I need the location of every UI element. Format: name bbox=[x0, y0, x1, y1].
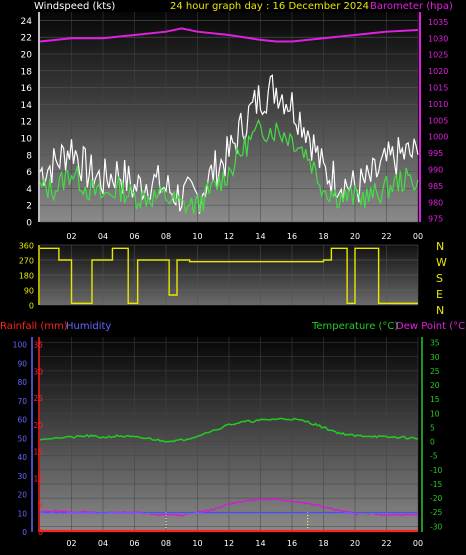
humidity-tick-label: 0 bbox=[22, 528, 27, 537]
baro-tick-label: 985 bbox=[428, 182, 443, 191]
wind-tick-label: 10 bbox=[21, 135, 33, 145]
wind-tick-label: 16 bbox=[21, 84, 33, 94]
temp-x-tick-label: 10 bbox=[192, 539, 202, 548]
direction-label-n-bottom: N bbox=[436, 304, 444, 317]
temp-tick-label: -20 bbox=[430, 494, 442, 503]
wind-tick-label: 2 bbox=[26, 202, 32, 212]
wind-x-tick-label: 16 bbox=[287, 232, 297, 241]
temp-tick-label: 30 bbox=[430, 353, 440, 362]
temp-x-tick-label: 22 bbox=[381, 539, 391, 548]
temp-tick-label: 15 bbox=[430, 395, 440, 404]
baro-tick-label: 1020 bbox=[428, 67, 448, 76]
baro-tick-label: 1025 bbox=[428, 51, 448, 60]
wind-x-tick-label: 04 bbox=[98, 232, 108, 241]
temp-x-tick-label: 18 bbox=[318, 539, 328, 548]
temp-x-tick-label: 20 bbox=[350, 539, 360, 548]
temp-tick-label: -30 bbox=[430, 522, 442, 531]
temp-x-tick-label: 12 bbox=[224, 539, 234, 548]
baro-tick-label: 1000 bbox=[428, 133, 448, 142]
baro-tick-label: 1010 bbox=[428, 100, 448, 109]
temp-tick-label: -15 bbox=[430, 480, 442, 489]
direction-label-n-top: N bbox=[436, 240, 444, 253]
temp-tick-label: 20 bbox=[430, 381, 440, 390]
wind-x-tick-label: 02 bbox=[66, 232, 76, 241]
baro-tick-label: 1005 bbox=[428, 116, 448, 125]
direction-label-e: E bbox=[436, 288, 443, 301]
wind-tick-label: 18 bbox=[21, 67, 33, 77]
humidity-tick-label: 10 bbox=[17, 509, 27, 518]
wind-x-tick-label: 00 bbox=[413, 232, 423, 241]
wind-tick-label: 8 bbox=[26, 151, 32, 161]
chart-title: 24 hour graph day : 16 December 2024 bbox=[170, 1, 369, 12]
temp-x-tick-label: 14 bbox=[255, 539, 265, 548]
wind-x-tick-label: 14 bbox=[255, 232, 265, 241]
wind-x-tick-label: 18 bbox=[318, 232, 328, 241]
wind-axis-title: Windspeed (kts) bbox=[34, 1, 115, 12]
temp-tick-label: -5 bbox=[430, 452, 438, 461]
wind-tick-label: 24 bbox=[21, 17, 33, 27]
temp-tick-label: 10 bbox=[430, 409, 440, 418]
wind-tick-label: 6 bbox=[26, 168, 32, 178]
temp-x-tick-label: 04 bbox=[98, 539, 108, 548]
baro-tick-label: 1035 bbox=[428, 18, 448, 27]
temp-tick-label: -25 bbox=[430, 508, 442, 517]
baro-axis-title: Barometer (hpa) bbox=[370, 1, 453, 12]
temp-axis-title: Temperature (°C) bbox=[311, 321, 398, 332]
direction-tick-label: 90 bbox=[24, 287, 34, 296]
weather-chart-svg: 0246810121416182022249759809859909951000… bbox=[0, 1, 466, 548]
baro-tick-label: 980 bbox=[428, 198, 443, 207]
humidity-tick-label: 40 bbox=[17, 453, 27, 462]
rain-axis-title: Rainfall (mm) bbox=[0, 321, 68, 332]
dew-axis-title: Dew Point (°C) bbox=[396, 321, 466, 332]
temp-x-tick-label: 02 bbox=[66, 539, 76, 548]
humidity-tick-label: 60 bbox=[17, 416, 27, 425]
direction-tick-label: 0 bbox=[29, 302, 34, 311]
wind-tick-label: 20 bbox=[21, 51, 33, 61]
humidity-tick-label: 90 bbox=[17, 359, 27, 368]
wind-x-tick-label: 20 bbox=[350, 232, 360, 241]
humidity-axis-title: Humidity bbox=[66, 321, 111, 332]
wind-tick-label: 14 bbox=[21, 101, 33, 111]
wind-x-tick-label: 22 bbox=[381, 232, 391, 241]
wind-x-tick-label: 12 bbox=[224, 232, 234, 241]
baro-tick-label: 1030 bbox=[428, 34, 448, 43]
baro-tick-label: 975 bbox=[428, 215, 443, 224]
humidity-tick-label: 70 bbox=[17, 397, 27, 406]
temp-x-tick-label: 08 bbox=[161, 539, 171, 548]
wind-tick-label: 12 bbox=[21, 118, 32, 128]
humidity-tick-label: 100 bbox=[13, 341, 28, 350]
temp-tick-label: 5 bbox=[430, 423, 435, 432]
wind-tick-label: 4 bbox=[26, 185, 32, 195]
humidity-tick-label: 20 bbox=[17, 491, 27, 500]
baro-tick-label: 995 bbox=[428, 149, 443, 158]
wind-tick-label: 0 bbox=[26, 219, 32, 229]
wind-tick-label: 22 bbox=[21, 34, 32, 44]
direction-tick-label: 360 bbox=[19, 242, 34, 251]
baro-tick-label: 1015 bbox=[428, 83, 448, 92]
humidity-tick-label: 30 bbox=[17, 472, 27, 481]
wind-x-tick-label: 10 bbox=[192, 232, 202, 241]
baro-tick-label: 990 bbox=[428, 166, 443, 175]
humidity-tick-label: 80 bbox=[17, 378, 27, 387]
temp-tick-label: 35 bbox=[430, 339, 440, 348]
temp-tick-label: 25 bbox=[430, 367, 440, 376]
weather-graph: 0 2 4 6 8 10 12 14 16 18 20 22 24 975 980 985 990 995 1000… bbox=[0, 0, 466, 555]
temp-x-tick-label: 06 bbox=[129, 539, 139, 548]
humidity-tick-label: 50 bbox=[17, 434, 27, 443]
temp-x-tick-label: 00 bbox=[413, 539, 423, 548]
wind-x-tick-label: 06 bbox=[129, 232, 139, 241]
temp-tick-label: -10 bbox=[430, 466, 442, 475]
direction-tick-label: 180 bbox=[19, 272, 34, 281]
direction-tick-label: 270 bbox=[19, 257, 34, 266]
direction-label-w: W bbox=[436, 256, 447, 269]
temp-x-tick-label: 16 bbox=[287, 539, 297, 548]
wind-x-tick-label: 08 bbox=[161, 232, 171, 241]
direction-label-s: S bbox=[436, 272, 443, 285]
temp-tick-label: 0 bbox=[430, 438, 435, 447]
